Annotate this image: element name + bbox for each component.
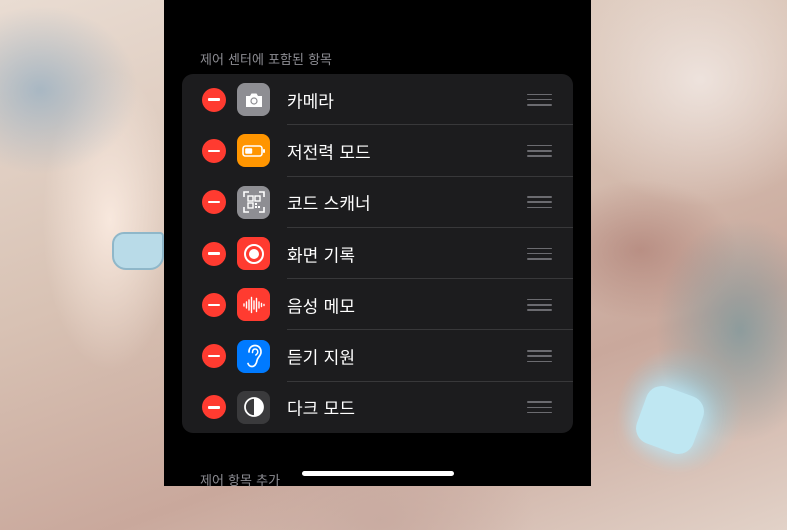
list-item-label: 카메라 — [287, 92, 334, 113]
list-item-label: 음성 메모 — [287, 297, 355, 318]
remove-low-power-mode-button[interactable] — [202, 138, 226, 163]
list-item-hearing[interactable]: 듣기 지원 — [182, 330, 573, 382]
reorder-handle[interactable] — [527, 144, 552, 157]
remove-voice-memos-button[interactable] — [202, 292, 226, 317]
waveform-icon — [237, 288, 270, 322]
camera-icon — [237, 83, 270, 117]
remove-hearing-button[interactable] — [202, 344, 226, 369]
more-controls-section-header: 제어 항목 추가 — [200, 474, 281, 489]
included-section-header: 제어 센터에 포함된 항목 — [200, 53, 332, 68]
list-item-camera[interactable]: 카메라 — [182, 74, 573, 126]
list-item-label: 화면 기록 — [287, 246, 355, 267]
list-item-code-scanner[interactable]: 코드 스캐너 — [182, 177, 573, 228]
battery-icon — [237, 134, 270, 168]
remove-camera-button[interactable] — [202, 87, 226, 112]
screen-record-icon — [237, 237, 270, 271]
reorder-handle[interactable] — [527, 350, 552, 363]
list-item-voice-memos[interactable]: 음성 메모 — [182, 279, 573, 331]
reorder-handle[interactable] — [527, 298, 552, 311]
list-item-screen-recording[interactable]: 화면 기록 — [182, 228, 573, 280]
reorder-handle[interactable] — [527, 247, 552, 260]
list-item-label: 코드 스캐너 — [287, 194, 371, 215]
list-item-label: 듣기 지원 — [287, 348, 355, 369]
control-center-settings-panel: 제어 센터에 포함된 항목 카메라 저전력 모드 코드 스캐너 화면 기록 음성… — [164, 0, 591, 489]
reorder-handle[interactable] — [527, 93, 552, 106]
reorder-handle[interactable] — [527, 196, 552, 209]
list-item-label: 저전력 모드 — [287, 143, 371, 164]
dark-mode-icon — [237, 390, 270, 424]
remove-screen-recording-button[interactable] — [202, 241, 226, 266]
list-item-dark-mode[interactable]: 다크 모드 — [182, 382, 573, 433]
remove-dark-mode-button[interactable] — [202, 395, 226, 420]
ear-icon — [237, 339, 270, 373]
list-item-label: 다크 모드 — [287, 399, 355, 420]
list-item-low-power-mode[interactable]: 저전력 모드 — [182, 125, 573, 177]
reorder-handle[interactable] — [527, 401, 552, 414]
included-controls-list: 카메라 저전력 모드 코드 스캐너 화면 기록 음성 메모 듣기 지원 다크 모… — [182, 74, 573, 433]
wallpaper-figure — [112, 232, 164, 270]
home-indicator[interactable] — [302, 471, 454, 476]
remove-code-scanner-button[interactable] — [202, 190, 226, 215]
qr-code-icon — [237, 185, 270, 219]
